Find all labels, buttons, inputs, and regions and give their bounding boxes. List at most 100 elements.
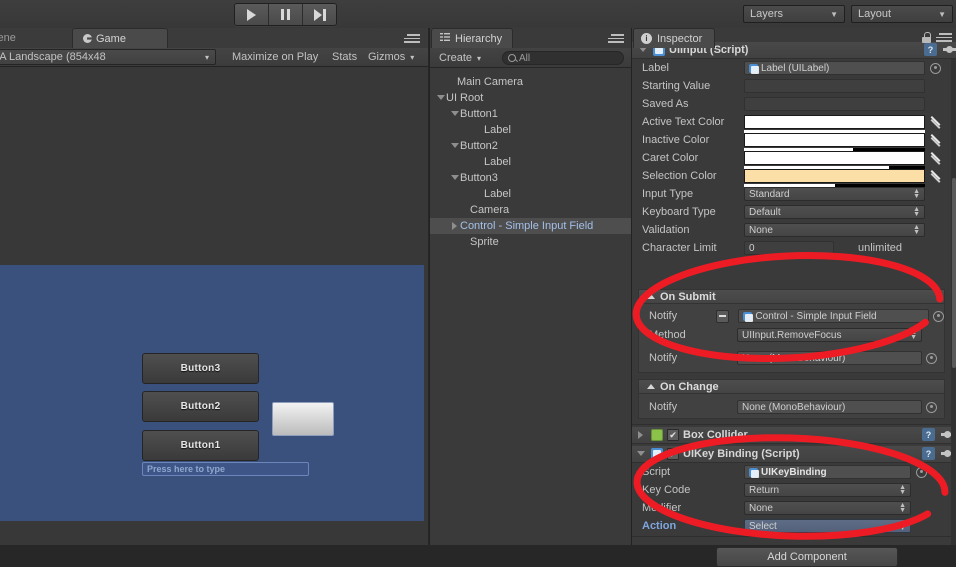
game-input-field[interactable]: Press here to type [142, 462, 309, 476]
add-component-button[interactable]: Add Component [716, 547, 898, 567]
tab-scene[interactable]: cene [0, 28, 26, 48]
aspect-ratio-dropdown[interactable]: WVGA Landscape (854x48 ▾ [0, 49, 216, 65]
hierarchy-search-input[interactable]: All [502, 51, 624, 65]
hierarchy-item-ui-root[interactable]: UI Root [430, 90, 631, 106]
uikey-dropdown-modifier[interactable]: None ▲ ▼ [744, 501, 911, 515]
layers-label: Layers [750, 8, 784, 20]
hierarchy-item-label: Camera [470, 204, 510, 216]
uiinput-color-active-text-color[interactable] [744, 115, 925, 133]
hierarchy-item-main-camera[interactable]: Main Camera [430, 74, 631, 90]
on-submit-panel: Notify Control - Simple Input Field Meth… [638, 304, 945, 373]
uiinput-color-inactive-color[interactable] [744, 133, 925, 151]
eyedropper-icon[interactable] [931, 133, 945, 147]
uiinput-label-caret-color: Caret Color [642, 152, 699, 164]
eyedropper-icon[interactable] [931, 115, 945, 129]
panel-menu-icon[interactable] [936, 33, 952, 44]
hierarchy-item-label: Button1 [460, 108, 498, 120]
tab-scene-label: cene [0, 32, 16, 44]
uiinput-dropdown-keyboard-type[interactable]: Default ▲ ▼ [744, 205, 925, 219]
uiinput-object-label[interactable]: Label (UILabel) [744, 61, 925, 75]
tab-game[interactable]: Game [72, 28, 168, 48]
game-sprite[interactable] [272, 402, 334, 436]
object-icon [743, 311, 754, 322]
hierarchy-item-label: Label [484, 188, 511, 200]
stats-toggle[interactable]: Stats [332, 50, 357, 64]
object-icon [749, 63, 759, 74]
hierarchy-item-label[interactable]: Label [430, 186, 631, 202]
game-button-1-label: Button1 [180, 440, 221, 451]
uiinput-dropdown-validation[interactable]: None ▲ ▼ [744, 223, 925, 237]
hierarchy-item-button1[interactable]: Button1 [430, 106, 631, 122]
help-icon[interactable]: ? [922, 447, 935, 460]
maximize-on-play-toggle[interactable]: Maximize on Play [232, 50, 318, 64]
layout-dropdown[interactable]: Layout ▼ [851, 5, 953, 23]
uiinput-value-character-limit: 0 [749, 242, 755, 254]
play-button[interactable] [235, 4, 269, 25]
panel-menu-icon[interactable] [608, 34, 624, 45]
box-collider-checkbox[interactable]: ✔ [667, 429, 679, 441]
uikey-dropdown-action[interactable]: Select ▲ ▼ [744, 519, 911, 533]
uiinput-label-active-text-color: Active Text Color [642, 116, 725, 128]
tab-hierarchy[interactable]: Hierarchy [431, 28, 514, 48]
on-submit-notify-field[interactable]: Control - Simple Input Field [738, 309, 930, 323]
on-change-header[interactable]: On Change [638, 379, 945, 394]
create-dropdown[interactable]: Create ▾ [434, 50, 484, 65]
uiinput-dropdown-input-type[interactable]: Standard ▲ ▼ [744, 187, 925, 201]
hierarchy-item-control-simple-input-field[interactable]: Control - Simple Input Field [430, 218, 631, 234]
object-picker-icon[interactable] [930, 62, 941, 74]
layout-label: Layout [858, 8, 892, 20]
on-submit-notify2-field[interactable]: None (MonoBehaviour) [737, 351, 922, 365]
step-icon [313, 8, 326, 21]
hierarchy-item-label: Label [484, 156, 511, 168]
game-button-1[interactable]: Button1 [142, 430, 259, 461]
add-component-label: Add Component [767, 551, 847, 563]
lock-icon[interactable] [922, 32, 931, 43]
hierarchy-item-sprite[interactable]: Sprite [430, 234, 631, 250]
hierarchy-item-label[interactable]: Label [430, 154, 631, 170]
hierarchy-item-button3[interactable]: Button3 [430, 170, 631, 186]
uiinput-color-selection-color[interactable] [744, 169, 925, 187]
uikey-object-script[interactable]: UIKeyBinding [744, 465, 911, 479]
uiinput-text-starting-value[interactable] [744, 79, 925, 93]
box-collider-header[interactable]: ✔ Box Collider ? [632, 427, 956, 444]
inspector-scrollbar[interactable] [951, 48, 956, 545]
eyedropper-icon[interactable] [931, 151, 945, 165]
on-submit-header[interactable]: On Submit [638, 289, 945, 304]
hierarchy-item-camera[interactable]: Camera [430, 202, 631, 218]
on-submit-notify2-label: Notify [649, 352, 678, 364]
collider-icon [651, 429, 663, 441]
uiinput-value-input-type: Standard [749, 188, 790, 200]
gear-icon[interactable] [943, 43, 956, 56]
on-submit-notify2-value: None (MonoBehaviour) [742, 352, 846, 364]
panel-menu-icon[interactable] [404, 34, 420, 45]
color-swatch [744, 133, 925, 147]
uikey-dropdown-key-code[interactable]: Return ▲ ▼ [744, 483, 911, 497]
gizmos-dropdown[interactable]: Gizmos ▾ [368, 50, 414, 64]
hierarchy-item-label[interactable]: Label [430, 122, 631, 138]
uikey-binding-checkbox[interactable]: ✔ [667, 448, 679, 460]
uiinput-number-character-limit[interactable]: 0 [744, 241, 834, 255]
help-icon[interactable]: ? [922, 428, 935, 441]
eyedropper-icon[interactable] [931, 169, 945, 183]
object-picker-icon[interactable] [926, 352, 937, 364]
uiinput-label-character-limit: Character Limit [642, 242, 717, 254]
uikey-binding-header[interactable]: ✔ UIKey Binding (Script) ? [632, 446, 956, 463]
uiinput-text-saved-as[interactable] [744, 97, 925, 111]
on-change-notify-field[interactable]: None (MonoBehaviour) [737, 400, 922, 414]
tab-inspector[interactable]: i Inspector [633, 28, 716, 48]
game-button-3[interactable]: Button3 [142, 353, 259, 384]
pause-button[interactable] [269, 4, 303, 25]
on-submit-method-dropdown[interactable]: UIInput.RemoveFocus ▲ ▼ [737, 328, 922, 342]
game-button-3-label: Button3 [180, 363, 221, 374]
help-icon[interactable]: ? [924, 43, 937, 56]
layers-dropdown[interactable]: Layers ▼ [743, 5, 845, 23]
object-picker-icon[interactable] [933, 310, 945, 322]
remove-notify-button[interactable] [716, 309, 730, 323]
object-picker-icon[interactable] [926, 401, 937, 413]
hierarchy-item-button2[interactable]: Button2 [430, 138, 631, 154]
game-button-2[interactable]: Button2 [142, 391, 259, 422]
step-button[interactable] [303, 4, 336, 25]
chevron-down-icon: ▾ [410, 52, 415, 62]
uiinput-color-caret-color[interactable] [744, 151, 925, 169]
object-picker-icon[interactable] [916, 466, 927, 478]
